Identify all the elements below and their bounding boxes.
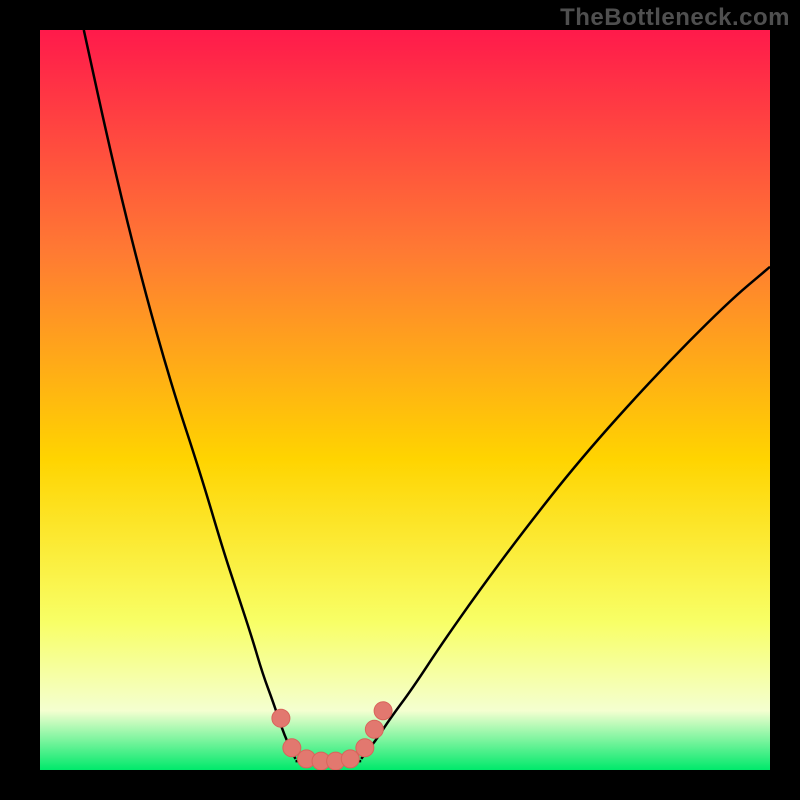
data-marker <box>356 739 374 757</box>
data-marker <box>374 702 392 720</box>
data-marker <box>283 739 301 757</box>
watermark-text: TheBottleneck.com <box>560 4 790 32</box>
data-marker <box>272 709 290 727</box>
gradient-background <box>40 30 770 770</box>
chart-frame: TheBottleneck.com <box>0 0 800 800</box>
data-marker <box>341 750 359 768</box>
plot-area <box>40 30 770 770</box>
data-marker <box>365 720 383 738</box>
plot-svg <box>40 30 770 770</box>
